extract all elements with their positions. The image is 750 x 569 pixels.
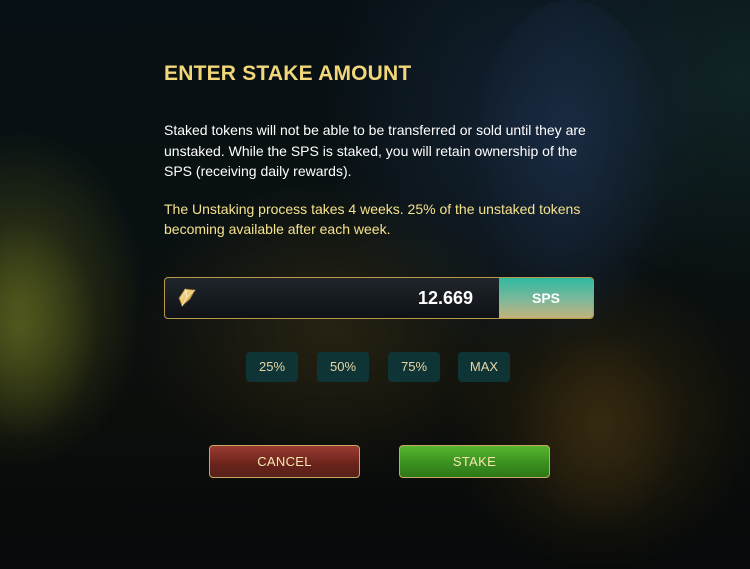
background-art bbox=[0, 220, 100, 440]
sps-token-icon bbox=[176, 286, 198, 308]
stake-button[interactable]: STAKE bbox=[399, 445, 550, 478]
percent-25-button[interactable]: 25% bbox=[246, 352, 298, 382]
percent-50-button[interactable]: 50% bbox=[317, 352, 369, 382]
dialog-title: ENTER STAKE AMOUNT bbox=[164, 62, 412, 85]
stake-amount-field[interactable]: SPS bbox=[164, 277, 594, 319]
max-button[interactable]: MAX bbox=[458, 352, 510, 382]
cancel-button[interactable]: CANCEL bbox=[209, 445, 360, 478]
stake-amount-input[interactable] bbox=[205, 278, 473, 318]
background-art bbox=[520, 330, 680, 530]
dialog-description: Staked tokens will not be able to be tra… bbox=[164, 122, 586, 179]
unstaking-note: The Unstaking process takes 4 weeks. 25%… bbox=[164, 201, 581, 237]
percent-75-button[interactable]: 75% bbox=[388, 352, 440, 382]
stake-screen: ENTER STAKE AMOUNT Staked tokens will no… bbox=[0, 0, 750, 569]
sps-unit-badge: SPS bbox=[499, 278, 593, 318]
